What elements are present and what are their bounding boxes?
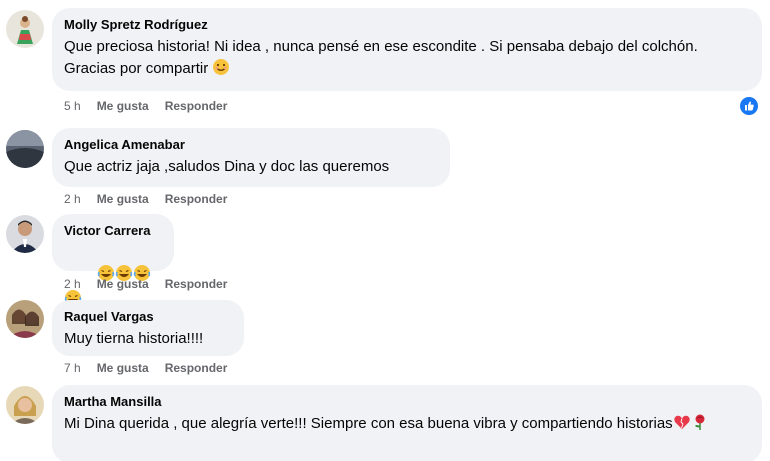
comment-time[interactable]: 5 h bbox=[64, 99, 81, 113]
comment-actions: 2 h Me gusta Responder bbox=[64, 192, 243, 206]
avatar-image bbox=[6, 386, 44, 424]
comment-time[interactable]: 2 h bbox=[64, 192, 81, 206]
reply-button[interactable]: Responder bbox=[165, 277, 228, 291]
comment-author[interactable]: Martha Mansilla bbox=[64, 393, 750, 410]
comment-actions: 2 h Me gusta Responder bbox=[64, 277, 243, 291]
comment-text: Mi Dina querida , que alegría verte!!! S… bbox=[64, 413, 750, 438]
comment-actions: 5 h Me gusta Responder bbox=[64, 99, 243, 113]
rose-icon bbox=[691, 413, 709, 438]
avatar[interactable] bbox=[6, 10, 44, 48]
comment-bubble: Martha Mansilla Mi Dina querida , que al… bbox=[52, 385, 762, 461]
reply-button[interactable]: Responder bbox=[165, 99, 228, 113]
comment-body: Mi Dina querida , que alegría verte!!! S… bbox=[64, 415, 673, 432]
avatar[interactable] bbox=[6, 386, 44, 424]
comment-author[interactable]: Raquel Vargas bbox=[64, 308, 232, 325]
avatar-image bbox=[6, 10, 44, 48]
avatar[interactable] bbox=[6, 300, 44, 338]
comment-bubble: Angelica Amenabar Que actriz jaja ,salud… bbox=[52, 128, 450, 187]
like-button[interactable]: Me gusta bbox=[97, 192, 149, 206]
comment-text: Que preciosa historia! Ni idea , nunca p… bbox=[64, 36, 750, 83]
like-button[interactable]: Me gusta bbox=[97, 99, 149, 113]
avatar[interactable] bbox=[6, 215, 44, 253]
comment-thread: Molly Spretz Rodríguez Que preciosa hist… bbox=[0, 0, 770, 461]
comment-bubble: Victor Carrera bbox=[52, 214, 174, 306]
comment-bubble: Molly Spretz Rodríguez Que preciosa hist… bbox=[52, 8, 762, 91]
comment-author[interactable]: Molly Spretz Rodríguez bbox=[64, 16, 750, 33]
comment-actions: 7 h Me gusta Responder bbox=[64, 361, 243, 375]
comment-bubble: Raquel Vargas Muy tierna historia!!!! bbox=[52, 300, 244, 356]
comment-time[interactable]: 2 h bbox=[64, 277, 81, 291]
comment-time[interactable]: 7 h bbox=[64, 361, 81, 375]
like-button[interactable]: Me gusta bbox=[97, 361, 149, 375]
reply-button[interactable]: Responder bbox=[165, 361, 228, 375]
comment-author[interactable]: Angelica Amenabar bbox=[64, 136, 438, 153]
like-icon[interactable] bbox=[740, 97, 758, 115]
like-button[interactable]: Me gusta bbox=[97, 277, 149, 291]
avatar-image bbox=[6, 215, 44, 253]
avatar[interactable] bbox=[6, 130, 44, 168]
avatar-image bbox=[6, 130, 44, 168]
comment-text: Que actriz jaja ,saludos Dina y doc las … bbox=[64, 158, 390, 175]
comment-author[interactable]: Victor Carrera bbox=[64, 222, 162, 239]
heart-icon bbox=[673, 413, 691, 438]
avatar-image bbox=[6, 300, 44, 338]
comment-text: Muy tierna historia!!!! bbox=[64, 330, 204, 347]
reply-button[interactable]: Responder bbox=[165, 192, 228, 206]
smiling-face-icon bbox=[212, 58, 230, 83]
comment-body: Que preciosa historia! Ni idea , nunca p… bbox=[64, 38, 702, 77]
